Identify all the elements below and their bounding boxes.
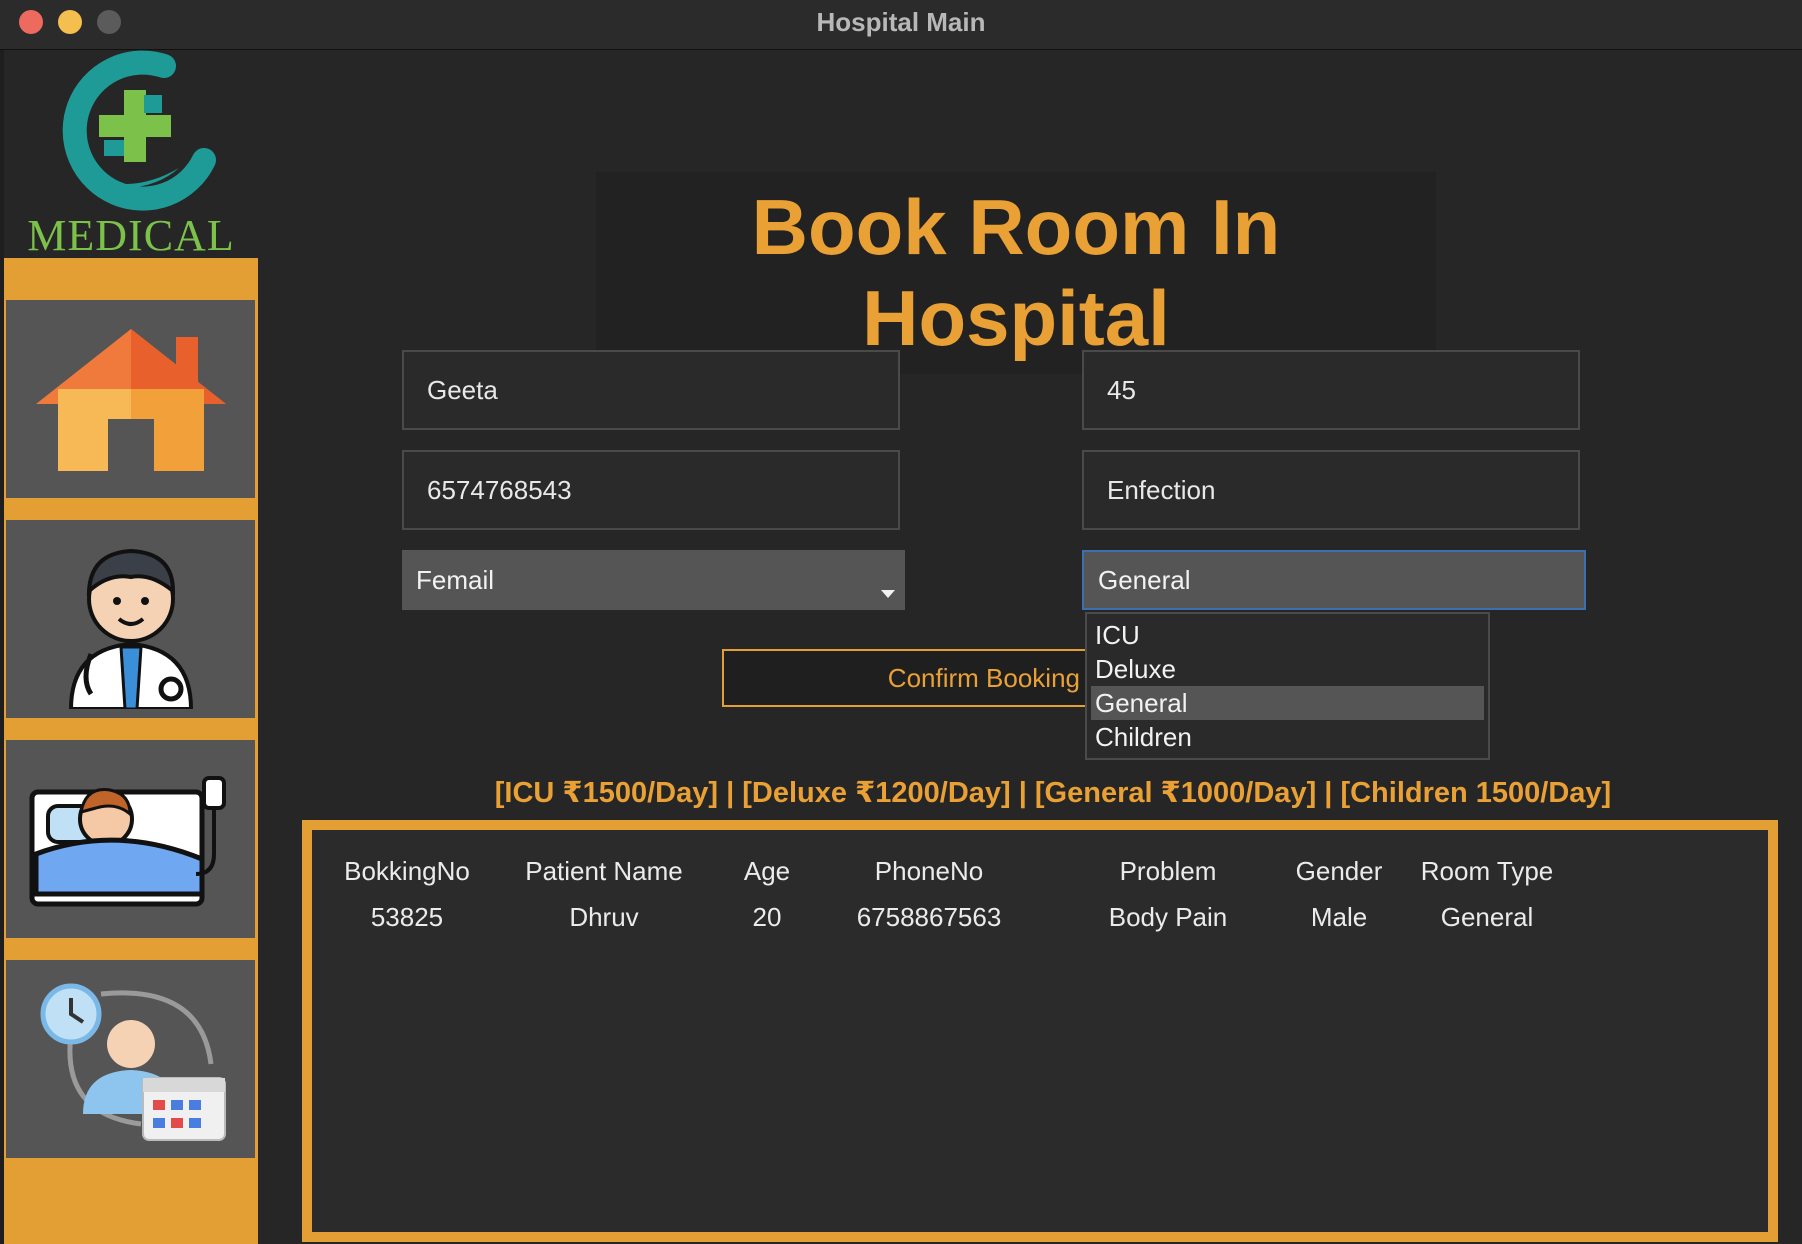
cell-patient-name: Dhruv	[569, 902, 639, 932]
gender-select[interactable]: Femail	[402, 550, 905, 610]
cell-room-type: General	[1440, 902, 1534, 932]
cell-phone-no: 6758867563	[856, 902, 1002, 932]
gender-select-value: Femail	[416, 564, 495, 595]
window-title: Hospital Main	[816, 7, 986, 37]
cell-problem: Body Pain	[1108, 902, 1228, 932]
window-content: MEDICAL Book Room In Hospital Geeta 45 6…	[4, 50, 1802, 1244]
cell-age: 20	[752, 902, 782, 932]
column-header-problem: Problem	[1119, 856, 1217, 886]
confirm-booking-button[interactable]: Confirm Booking	[722, 649, 1102, 707]
phone-field[interactable]: 6574768543	[402, 450, 900, 530]
column-header-age: Age	[743, 856, 791, 886]
room-pricing-info: [ICU ₹1500/Day] | [Deluxe ₹1200/Day] | […	[494, 777, 1612, 809]
sidebar	[4, 258, 258, 1244]
column-header-phone-no: PhoneNo	[874, 856, 984, 886]
room-type-option-icu[interactable]: ICU	[1091, 618, 1484, 652]
problem-field[interactable]: Enfection	[1082, 450, 1580, 530]
page-title: Book Room In Hospital	[596, 172, 1436, 374]
sidebar-item-doctor[interactable]	[6, 520, 255, 718]
doctor-icon	[68, 548, 193, 709]
sidebar-item-home[interactable]	[6, 300, 255, 498]
column-header-gender: Gender	[1295, 856, 1383, 886]
room-type-option-children[interactable]: Children	[1091, 720, 1484, 754]
column-header-booking-no: BokkingNo	[344, 856, 470, 886]
room-type-select-value: General	[1098, 564, 1191, 595]
bookings-table: BokkingNo Patient Name Age PhoneNo Probl…	[302, 820, 1778, 1242]
hospital-bed-icon	[29, 776, 226, 907]
logo-text: MEDICAL	[27, 211, 235, 260]
patient-name-field[interactable]: Geeta	[402, 350, 900, 430]
title-bar: Hospital Main	[0, 0, 1802, 50]
room-type-select[interactable]: General	[1082, 550, 1586, 610]
room-type-option-deluxe[interactable]: Deluxe	[1091, 652, 1484, 686]
confirm-booking-label: Confirm Booking	[887, 662, 1080, 693]
logo: MEDICAL	[4, 50, 258, 260]
house-icon	[35, 329, 226, 471]
sidebar-item-appointment[interactable]	[6, 960, 255, 1158]
column-header-room-type: Room Type	[1420, 856, 1554, 886]
cell-gender: Male	[1310, 902, 1368, 932]
age-field[interactable]: 45	[1082, 350, 1580, 430]
chevron-down-icon	[881, 590, 895, 598]
medical-logo-icon	[62, 50, 216, 211]
cell-booking-no: 53825	[370, 902, 444, 932]
appointment-schedule-icon	[40, 983, 226, 1141]
column-header-patient-name: Patient Name	[525, 856, 683, 886]
room-type-option-general[interactable]: General	[1091, 686, 1484, 720]
room-type-dropdown-list: ICU Deluxe General Children	[1085, 612, 1490, 760]
sidebar-item-patient-bed[interactable]	[6, 740, 255, 938]
